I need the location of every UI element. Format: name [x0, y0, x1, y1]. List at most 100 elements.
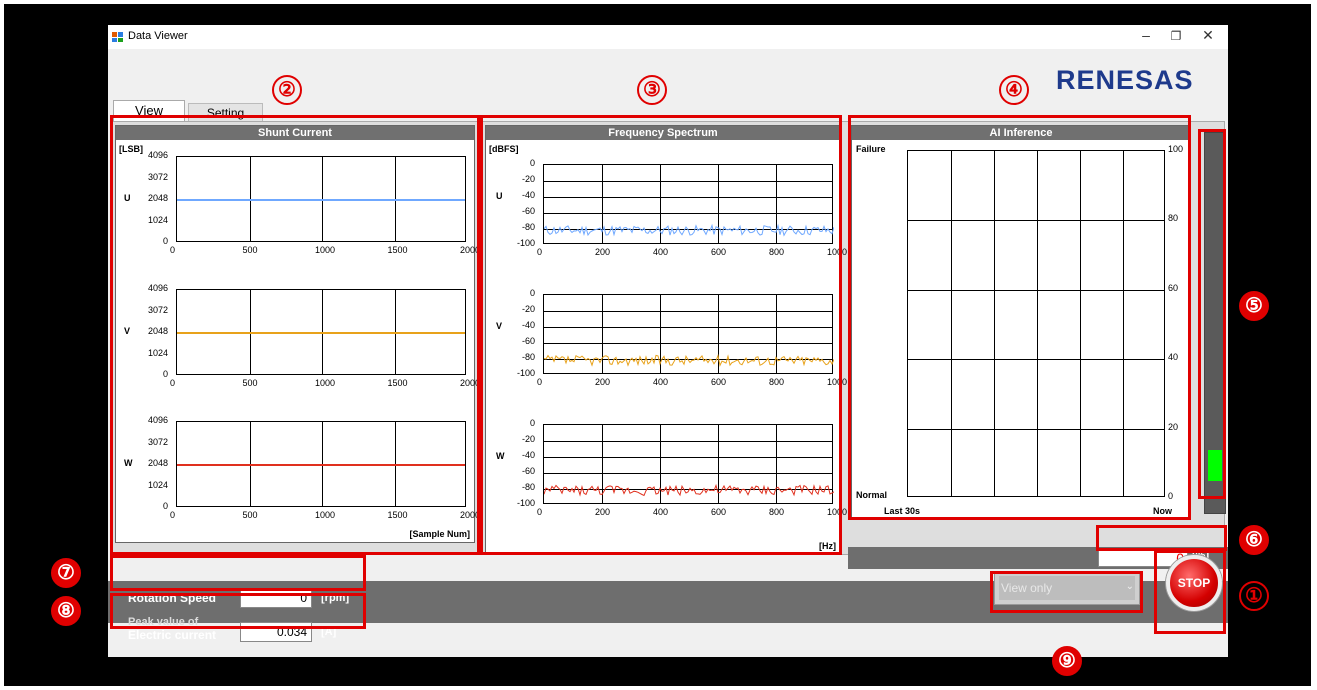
shunt-x-tick: 500 [242, 245, 258, 255]
peak-current-label-line1: Peak value of [128, 616, 199, 628]
callout-4: ④ [999, 75, 1029, 105]
callout-9: ⑨ [1052, 646, 1082, 676]
rotation-speed-label: Rotation Speed [128, 591, 217, 605]
shunt-y-tick: 0 [162, 501, 168, 511]
shunt-phase-label-v: V [124, 326, 131, 336]
shunt-y-tick: 2048 [147, 326, 168, 336]
shunt-y-tick: 4096 [147, 150, 168, 160]
inference-level-fill [1208, 450, 1222, 481]
spectrum-line-u [544, 223, 834, 237]
spectrum-x-tick: 200 [595, 247, 611, 257]
tab-setting[interactable]: Setting [188, 103, 263, 121]
spectrum-y-tick: -20 [521, 174, 535, 184]
shunt-y-tick: 1024 [147, 347, 168, 358]
shunt-x-tick: 500 [242, 510, 258, 520]
spectrum-trace-u [544, 223, 834, 237]
spectrum-y-tick: -80 [521, 352, 535, 362]
spectrum-y-tick: -20 [521, 434, 535, 444]
shunt-x-tick: 1500 [387, 510, 408, 520]
spectrum-x-tick: 800 [769, 247, 785, 257]
shunt-x-tick: 1000 [315, 245, 336, 255]
spectrum-x-tick: 200 [595, 507, 611, 517]
spectrum-x-tick: 1000 [827, 377, 848, 387]
spectrum-y-tick: -40 [521, 190, 535, 200]
rotation-speed-field: 0 [240, 588, 312, 608]
spectrum-y-tick: 0 [529, 418, 535, 428]
grid-line [908, 359, 1164, 361]
spectrum-line-w [544, 483, 834, 497]
spectrum-phase-label-w: W [496, 450, 505, 461]
spectrum-x-tick: 800 [769, 507, 785, 517]
spectrum-phase-label-v: V [496, 320, 503, 331]
spectrum-x-label: [Hz] [819, 541, 836, 551]
spectrum-x-tick: 400 [653, 507, 669, 517]
ai-y-tick: 100 [1168, 144, 1184, 154]
renesas-logo: RENESAS [1056, 65, 1194, 95]
shunt-trace-v [177, 332, 465, 334]
shunt-x-tick: 2000 [460, 510, 481, 520]
spectrum-unit-label: [dBFS] [489, 144, 519, 154]
ai-x-right-label: Now [1153, 506, 1172, 516]
spectrum-y-tick: -40 [521, 320, 535, 330]
shunt-trace-w [177, 464, 465, 466]
callout-6: ⑥ [1239, 525, 1269, 555]
ai-normal-label: Normal [856, 490, 888, 500]
spectrum-x-tick: 0 [537, 377, 543, 387]
ai-y-tick: 80 [1168, 213, 1179, 224]
grid-line [1123, 151, 1124, 496]
spectrum-trace-v [544, 353, 834, 367]
restore-icon[interactable]: ❐ [1166, 29, 1186, 43]
rotation-speed-unit: [rpm] [321, 592, 350, 604]
window-title: Data Viewer [128, 30, 188, 42]
screenshot-frame: Data Viewer – ❐ ✕ RENESAS View Setting S… [4, 4, 1311, 686]
grid-line [994, 151, 995, 496]
shunt-x-tick: 1500 [387, 378, 408, 388]
spectrum-plot-v [543, 294, 834, 374]
shunt-x-tick: 2000 [460, 378, 481, 388]
ai-x-left-label: Last 30s [884, 506, 921, 516]
grid-line [908, 289, 1164, 291]
grid-line [1037, 151, 1038, 496]
spectrum-x-tick: 800 [769, 377, 785, 387]
minimize-icon[interactable]: – [1136, 27, 1156, 43]
spectrum-x-tick: 0 [537, 247, 543, 257]
spectrum-y-tick: -100 [516, 238, 535, 248]
stop-button[interactable]: STOP [1166, 555, 1222, 611]
ai-failure-label: Failure [856, 144, 886, 154]
spectrum-y-tick: -60 [521, 206, 535, 216]
tab-view[interactable]: View [113, 100, 185, 122]
shunt-trace-u [177, 199, 465, 201]
shunt-y-tick: 1024 [147, 479, 168, 490]
grid-line [908, 428, 1164, 430]
mode-select-value: View only [1001, 581, 1053, 595]
callout-5: ⑤ [1239, 291, 1269, 321]
grid-line [908, 220, 1164, 222]
spectrum-x-tick: 400 [653, 377, 669, 387]
inference-level-gauge [1204, 132, 1226, 514]
spectrum-x-tick: 600 [711, 247, 727, 257]
shunt-current-panel: Shunt Current [LSB] [Sample Num] 4096 307… [115, 125, 480, 543]
peak-current-unit: [A] [321, 626, 337, 638]
shunt-x-tick: 1000 [315, 510, 336, 520]
shunt-current-title: Shunt Current [116, 126, 474, 140]
spectrum-x-tick: 1000 [827, 247, 848, 257]
spectrum-y-tick: -80 [521, 482, 535, 492]
frequency-spectrum-panel: Frequency Spectrum [dBFS] [Hz] 0 -20 -40 -6… [485, 125, 847, 555]
chevron-down-icon: ⌄ [1125, 581, 1134, 592]
grid-line [951, 151, 952, 496]
frequency-spectrum-title: Frequency Spectrum [486, 126, 840, 140]
spectrum-y-tick: -80 [521, 222, 535, 232]
shunt-y-tick: 1024 [147, 214, 168, 225]
spectrum-plot-w [543, 424, 834, 504]
shunt-y-tick: 2048 [147, 458, 168, 468]
shunt-phase-label-u: U [124, 193, 131, 203]
callout-3: ③ [637, 75, 667, 105]
close-icon[interactable]: ✕ [1198, 27, 1218, 44]
shunt-unit-label: [LSB] [119, 144, 143, 154]
shunt-y-tick: 0 [162, 236, 168, 246]
spectrum-x-tick: 1000 [827, 507, 848, 517]
shunt-y-tick: 4096 [147, 415, 168, 425]
mode-select[interactable]: View only ⌄ [994, 571, 1140, 605]
shunt-plot-v [176, 289, 466, 375]
ai-y-tick: 0 [1168, 491, 1174, 501]
